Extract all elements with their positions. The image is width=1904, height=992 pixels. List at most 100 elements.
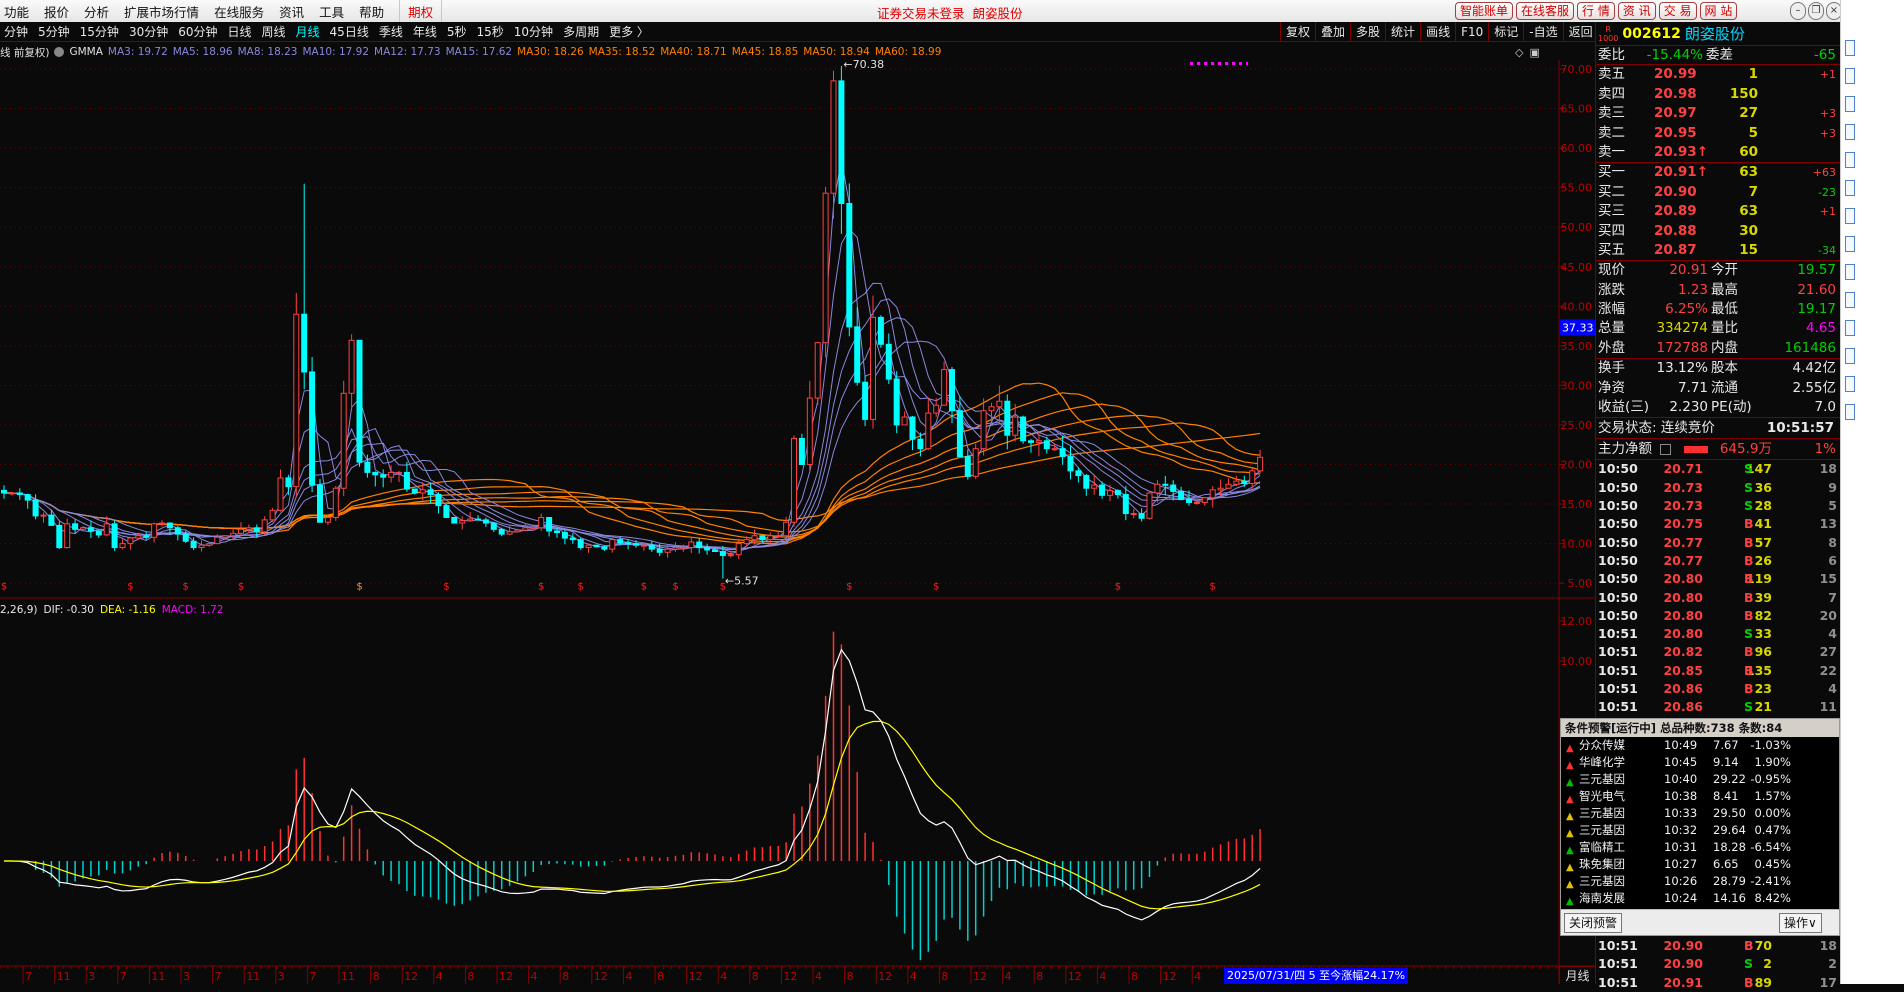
top-button[interactable]: 在线客服: [1516, 2, 1575, 20]
alert-row[interactable]: ▲ 三元基因 10:33 29.50 0.00%: [1561, 805, 1839, 822]
candle-body: [791, 437, 797, 523]
x-axis-label: 12: [1068, 970, 1082, 983]
side-tool-icon[interactable]: [1845, 124, 1855, 140]
side-tool-icon[interactable]: [1845, 152, 1855, 168]
side-tool-icon[interactable]: [1845, 180, 1855, 196]
alert-row[interactable]: ▲ 华峰化学 10:45 9.14 1.90%: [1561, 754, 1839, 771]
flow-bar: [1684, 446, 1708, 454]
top-button[interactable]: 网 站: [1699, 2, 1738, 20]
order-book-row[interactable]: 买一 20.91↑ 63 +63: [1596, 163, 1840, 182]
order-book-row[interactable]: 买二 20.90 7 -23: [1596, 183, 1840, 202]
menu-item[interactable]: 报价: [40, 2, 76, 21]
level-volume: 60: [1739, 143, 1758, 160]
menu-item[interactable]: 工具: [315, 2, 351, 21]
order-book-row[interactable]: 卖二 20.95 5 +3: [1596, 124, 1840, 143]
period-tab[interactable]: 年线: [409, 23, 441, 40]
ma-long-value: MA45: 18.85: [731, 46, 799, 58]
candle-body: [569, 537, 576, 541]
tool-button[interactable]: 叠加: [1315, 22, 1350, 42]
alert-row[interactable]: ▲ 海南发展 10:24 14.16 8.42%: [1561, 890, 1839, 907]
period-tab[interactable]: 15秒: [473, 23, 508, 40]
order-book-row[interactable]: 卖三 20.97 27 +3: [1596, 104, 1840, 123]
top-button[interactable]: 行 情: [1577, 2, 1615, 20]
menu-item-options[interactable]: 期权: [399, 0, 443, 24]
indicator-toggle-icon[interactable]: [54, 47, 65, 57]
alert-price: 8.41: [1713, 789, 1739, 803]
order-book-row[interactable]: 卖四 20.98 150: [1596, 85, 1840, 104]
level-label: 卖四: [1598, 85, 1625, 102]
tool-button[interactable]: -自选: [1523, 22, 1562, 42]
period-tab[interactable]: 60分钟: [174, 23, 221, 40]
candle-body: [901, 416, 908, 426]
alert-pct: 0.47%: [1754, 823, 1791, 837]
menu-item[interactable]: 帮助: [355, 2, 391, 21]
side-tool-icon[interactable]: [1845, 320, 1855, 336]
tool-button[interactable]: 多股: [1350, 22, 1385, 42]
tool-button[interactable]: 画线: [1420, 22, 1455, 42]
period-tab[interactable]: 5秒: [443, 23, 471, 40]
alert-row[interactable]: ▲ 珠免集团 10:27 6.65 0.45%: [1561, 856, 1839, 873]
menu-item[interactable]: 分析: [80, 2, 116, 21]
candle-body: [885, 343, 892, 380]
minimize-button[interactable]: –: [1790, 2, 1806, 20]
side-tool-icon[interactable]: [1845, 292, 1855, 308]
stock-name[interactable]: 朗姿股份: [1685, 23, 1745, 44]
alert-time: 10:33: [1664, 806, 1698, 820]
side-tool-icon[interactable]: [1845, 264, 1855, 280]
side-tool-icon[interactable]: [1845, 236, 1855, 252]
period-tab[interactable]: 45日线: [326, 23, 373, 40]
period-tab[interactable]: 15分钟: [76, 23, 123, 40]
order-book-row[interactable]: 卖五 20.99 1 +1: [1596, 65, 1840, 84]
period-tab[interactable]: 周线: [258, 23, 290, 40]
tool-button[interactable]: 统计: [1385, 22, 1420, 42]
alert-row[interactable]: ▲ 三元基因 10:26 28.79 -2.41%: [1561, 873, 1839, 890]
alert-stock-name: 三元基因: [1579, 772, 1625, 786]
period-tab[interactable]: 季线: [375, 23, 407, 40]
period-tab[interactable]: 日线: [224, 23, 256, 40]
indicator-name[interactable]: GMMA: [69, 46, 102, 58]
menu-item[interactable]: 资讯: [275, 2, 311, 21]
side-tool-icon[interactable]: [1845, 348, 1855, 364]
diamond-icon[interactable]: ◇: [1515, 46, 1523, 59]
side-tool-icon[interactable]: [1845, 208, 1855, 224]
tool-button[interactable]: 标记: [1488, 22, 1523, 42]
menu-item[interactable]: 扩展市场行情: [120, 2, 206, 21]
period-tab[interactable]: 10分钟: [510, 23, 557, 40]
period-tab[interactable]: 5分钟: [34, 23, 74, 40]
tick-count: 4: [1828, 626, 1837, 642]
close-alert-button[interactable]: 关闭预警: [1564, 913, 1623, 933]
period-tab[interactable]: 更多 〉: [605, 23, 653, 40]
order-book-row[interactable]: 卖一 20.93↑ 60: [1596, 143, 1840, 162]
tool-button[interactable]: F10: [1455, 22, 1488, 42]
order-book-row[interactable]: 买四 20.88 30: [1596, 222, 1840, 241]
top-button[interactable]: 资 讯: [1617, 2, 1656, 20]
side-tool-icon[interactable]: [1845, 404, 1855, 420]
period-label[interactable]: 月线: [1559, 966, 1595, 984]
tool-button[interactable]: 复权: [1280, 22, 1315, 42]
side-tool-icon[interactable]: [1845, 68, 1855, 84]
top-button[interactable]: 智能账单: [1455, 2, 1514, 20]
order-book-row[interactable]: 买三 20.89 63 +1: [1596, 202, 1840, 221]
top-button[interactable]: 交 易: [1658, 2, 1697, 20]
tool-button[interactable]: 返回: [1562, 22, 1598, 42]
alert-row[interactable]: ▲ 分众传媒 10:49 7.67 -1.03%: [1561, 737, 1839, 754]
period-tab[interactable]: 分钟: [0, 23, 32, 40]
operations-button[interactable]: 操作∨: [1779, 913, 1822, 933]
side-tool-icon[interactable]: [1845, 96, 1855, 112]
list-icon[interactable]: [1660, 444, 1671, 456]
period-tab[interactable]: 30分钟: [125, 23, 172, 40]
alert-row[interactable]: ▲ 智光电气 10:38 8.41 1.57%: [1561, 788, 1839, 805]
alert-row[interactable]: ▲ 三元基因 10:32 29.64 0.47%: [1561, 822, 1839, 839]
panel-toggle-icon[interactable]: ▣: [1529, 46, 1539, 59]
order-book-row[interactable]: 买五 20.87 15 -34: [1596, 241, 1840, 260]
side-tool-icon[interactable]: [1845, 376, 1855, 392]
side-tool-icon[interactable]: [1845, 40, 1855, 56]
menu-item[interactable]: 在线服务: [210, 2, 271, 21]
alert-row[interactable]: ▲ 三元基因 10:40 29.22 -0.95%: [1561, 771, 1839, 788]
menu-item[interactable]: 功能: [0, 2, 36, 21]
restore-button[interactable]: ❐: [1808, 2, 1824, 20]
kline-chart[interactable]: 70.0065.0060.0055.0050.0045.0040.0035.00…: [0, 42, 1595, 984]
period-tab[interactable]: 多周期: [559, 23, 603, 40]
alert-row[interactable]: ▲ 富临精工 10:31 18.28 -6.54%: [1561, 839, 1839, 856]
period-tab[interactable]: 月线: [292, 23, 324, 40]
